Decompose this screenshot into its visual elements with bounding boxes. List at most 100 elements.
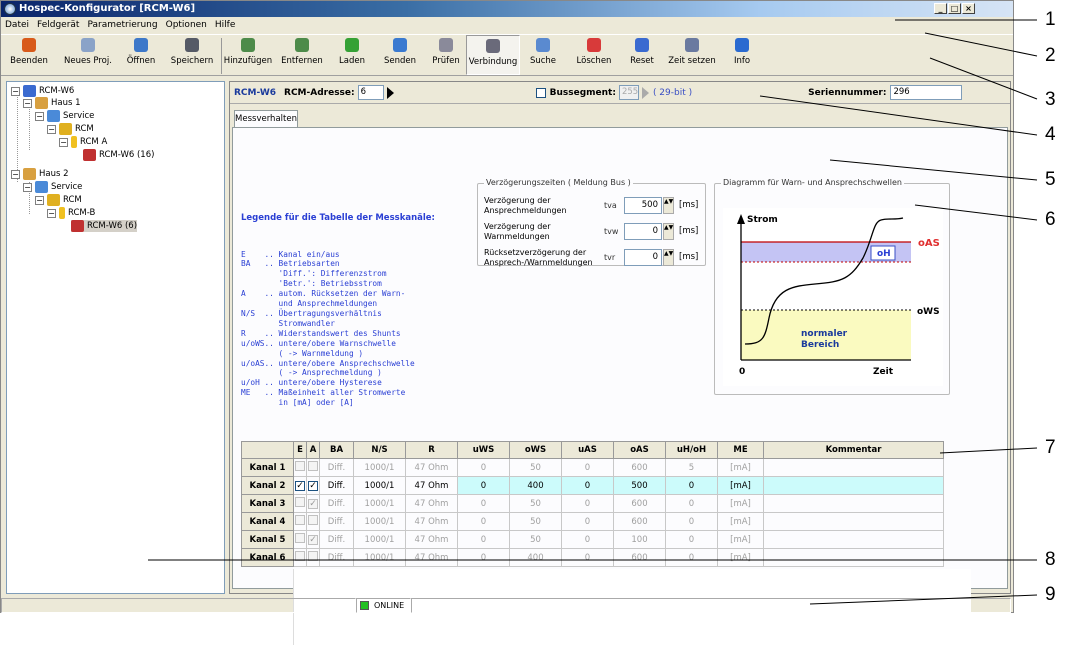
cell-uAS[interactable]: 0: [561, 494, 614, 513]
toolbar-button-8[interactable]: Prüfen: [426, 35, 466, 75]
delay-input-tvr[interactable]: 0: [624, 249, 662, 266]
toolbar-button-3[interactable]: Speichern: [163, 35, 221, 75]
cell-E[interactable]: [293, 548, 307, 567]
cell-uH[interactable]: 0: [665, 512, 718, 531]
cell-oWS[interactable]: 400: [509, 476, 562, 495]
toolbar-button-13[interactable]: Zeit setzen: [662, 35, 722, 75]
checkbox-E[interactable]: [295, 497, 305, 507]
cell-uAS[interactable]: 0: [561, 476, 614, 495]
tree-node-device-16[interactable]: RCM-W6 (16): [83, 149, 154, 161]
cell-uH[interactable]: 0: [665, 530, 718, 549]
project-tree[interactable]: − RCM-W6 − Haus 1 − Service − RCM − RCM A RCM…: [6, 81, 225, 594]
cell-oAS[interactable]: 600: [613, 458, 666, 477]
checkbox-A[interactable]: ✓: [308, 498, 318, 509]
cell-NS[interactable]: 1000/1: [353, 494, 406, 513]
cell-BA[interactable]: Diff.: [319, 458, 354, 477]
cell-uWS[interactable]: 0: [457, 458, 510, 477]
collapse-icon[interactable]: −: [23, 98, 32, 108]
spinner-icon[interactable]: ▲▼: [663, 249, 674, 266]
cell-oAS[interactable]: 600: [613, 512, 666, 531]
checkbox-E[interactable]: ✓: [295, 480, 305, 491]
cell-oWS[interactable]: 50: [509, 512, 562, 531]
delay-input-tva[interactable]: 500: [624, 197, 662, 214]
address-apply-arrow-icon[interactable]: [386, 86, 394, 99]
address-input[interactable]: 6: [357, 85, 384, 100]
menu-datei[interactable]: Datei: [5, 18, 29, 33]
cell-oAS[interactable]: 600: [613, 494, 666, 513]
bus-segment-arrow-icon[interactable]: [641, 86, 649, 99]
cell-NS[interactable]: 1000/1: [353, 476, 406, 495]
cell-BA[interactable]: Diff.: [319, 494, 354, 513]
toolbar-button-0[interactable]: Beenden: [1, 35, 57, 75]
tree-node-device-6[interactable]: RCM-W6 (6): [71, 220, 138, 232]
toolbar-button-9[interactable]: Verbindung: [466, 35, 520, 75]
spinner-icon[interactable]: ▲▼: [663, 197, 674, 214]
cell-R[interactable]: 47 Ohm: [405, 548, 458, 567]
table-row[interactable]: Kanal 4 Diff. 1000/1 47 Ohm 0 50 0 600 0 [mA]: [241, 512, 944, 531]
toolbar-button-1[interactable]: Neues Proj.: [57, 35, 119, 75]
checkbox-A[interactable]: ✓: [308, 480, 318, 491]
checkbox-A[interactable]: ✓: [308, 534, 318, 545]
delay-input-tvw[interactable]: 0: [624, 223, 662, 240]
spinner-icon[interactable]: ▲▼: [663, 223, 674, 240]
cell-BA[interactable]: Diff.: [319, 530, 354, 549]
tree-node-root[interactable]: − RCM-W6: [11, 85, 74, 97]
cell-oAS[interactable]: 500: [613, 476, 666, 495]
tree-node-service-2[interactable]: − Service: [23, 181, 82, 193]
checkbox-E[interactable]: [295, 551, 305, 561]
cell-R[interactable]: 47 Ohm: [405, 512, 458, 531]
menu-parametrierung[interactable]: Parametrierung: [87, 18, 157, 33]
cell-uH[interactable]: 0: [665, 548, 718, 567]
checkbox-A[interactable]: [308, 551, 318, 561]
row-header[interactable]: Kanal 5: [241, 530, 294, 549]
checkbox-A[interactable]: [308, 515, 318, 525]
cell-uWS[interactable]: 0: [457, 530, 510, 549]
cell-E[interactable]: [293, 512, 307, 531]
toolbar-button-12[interactable]: Reset: [622, 35, 662, 75]
collapse-icon[interactable]: −: [47, 124, 56, 134]
cell-uAS[interactable]: 0: [561, 458, 614, 477]
cell-uWS[interactable]: 0: [457, 548, 510, 567]
cell-uAS[interactable]: 0: [561, 512, 614, 531]
toolbar-button-5[interactable]: Entfernen: [274, 35, 330, 75]
collapse-icon[interactable]: −: [11, 86, 20, 96]
tree-node-rcm-2[interactable]: − RCM: [35, 194, 82, 206]
cell-K[interactable]: [763, 476, 944, 495]
tree-node-rcm-b[interactable]: − RCM-B: [47, 207, 95, 219]
collapse-icon[interactable]: −: [35, 111, 44, 121]
toolbar-button-11[interactable]: Löschen: [566, 35, 622, 75]
row-header[interactable]: Kanal 1: [241, 458, 294, 477]
collapse-icon[interactable]: −: [35, 195, 44, 205]
cell-E[interactable]: [293, 494, 307, 513]
cell-ME[interactable]: [mA]: [717, 530, 764, 549]
cell-A[interactable]: [306, 512, 320, 531]
cell-uWS[interactable]: 0: [457, 512, 510, 531]
cell-K[interactable]: [763, 494, 944, 513]
cell-oAS[interactable]: 600: [613, 548, 666, 567]
cell-uWS[interactable]: 0: [457, 476, 510, 495]
toolbar-button-4[interactable]: Hinzufügen: [222, 35, 274, 75]
table-row[interactable]: Kanal 2 ✓ ✓ Diff. 1000/1 47 Ohm 0 400 0 500 0 [mA]: [241, 476, 944, 495]
cell-A[interactable]: [306, 548, 320, 567]
cell-NS[interactable]: 1000/1: [353, 458, 406, 477]
toolbar-button-7[interactable]: Senden: [374, 35, 426, 75]
cell-A[interactable]: ✓: [306, 530, 320, 549]
checkbox-E[interactable]: [295, 461, 305, 471]
cell-A[interactable]: ✓: [306, 476, 320, 495]
cell-K[interactable]: [763, 512, 944, 531]
cell-E[interactable]: ✓: [293, 476, 307, 495]
table-row[interactable]: Kanal 5 ✓ Diff. 1000/1 47 Ohm 0 50 0 100 0 [mA]: [241, 530, 944, 549]
cell-uH[interactable]: 0: [665, 494, 718, 513]
cell-NS[interactable]: 1000/1: [353, 548, 406, 567]
tree-node-rcm-a[interactable]: − RCM A: [59, 136, 107, 148]
cell-K[interactable]: [763, 548, 944, 567]
cell-uWS[interactable]: 0: [457, 494, 510, 513]
menu-feldgeraet[interactable]: Feldgerät: [37, 18, 79, 33]
collapse-icon[interactable]: −: [11, 169, 20, 179]
checkbox-E[interactable]: [295, 533, 305, 543]
cell-oWS[interactable]: 50: [509, 494, 562, 513]
cell-uAS[interactable]: 0: [561, 530, 614, 549]
cell-ME[interactable]: [mA]: [717, 476, 764, 495]
checkbox-A[interactable]: [308, 461, 318, 471]
table-row[interactable]: Kanal 6 Diff. 1000/1 47 Ohm 0 400 0 600 0 [mA]: [241, 548, 944, 567]
